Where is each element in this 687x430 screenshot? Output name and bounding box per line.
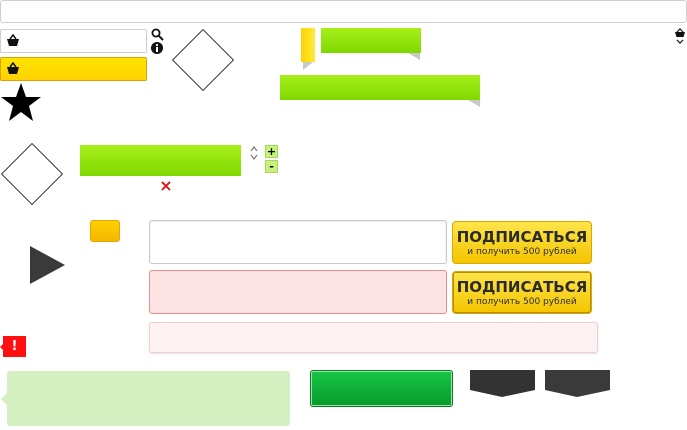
cart-button[interactable] [0,29,147,53]
subscribe-button[interactable]: ПОДПИСАТЬСЯ и получить 500 рублей [452,221,592,264]
minus-button[interactable]: - [265,160,278,173]
plus-button[interactable]: + [265,145,278,158]
ribbon-fold [303,62,313,70]
close-icon[interactable]: × [159,178,173,194]
green-field [80,145,241,176]
email-field[interactable] [149,220,447,264]
ribbon-fold [408,53,420,60]
tooltip-box [7,371,290,426]
dark-flag-tab[interactable] [545,370,610,397]
diamond-shape [171,28,235,92]
small-yellow-button[interactable] [90,220,120,242]
alert-icon: ! [3,336,26,357]
subscribe-label: ПОДПИСАТЬСЯ [456,278,588,296]
star-icon[interactable] [0,82,42,122]
search-icon[interactable] [151,28,164,41]
diamond-shape [0,142,64,206]
subscribe-sublabel: и получить 500 рублей [467,247,577,257]
subscribe-button-hover[interactable]: ПОДПИСАТЬСЯ и получить 500 рублей [452,271,592,314]
subscribe-sublabel: и получить 500 рублей [467,297,577,307]
email-field-error[interactable] [149,270,447,314]
cart-icon [7,34,19,46]
yellow-tag [301,28,315,62]
search-input[interactable] [0,0,687,23]
sort-icon[interactable] [249,145,259,161]
error-notice [149,322,598,353]
play-icon[interactable] [30,246,66,284]
green-ribbon [321,28,421,53]
green-ribbon [280,75,480,100]
cart-icon [7,62,19,74]
info-icon[interactable] [151,42,163,54]
green-button[interactable] [310,370,453,407]
cart-icon[interactable] [674,28,686,44]
dark-flag-tab[interactable] [470,370,535,397]
cart-button-active[interactable] [0,57,147,81]
ribbon-fold [468,100,480,107]
subscribe-label: ПОДПИСАТЬСЯ [456,228,588,246]
